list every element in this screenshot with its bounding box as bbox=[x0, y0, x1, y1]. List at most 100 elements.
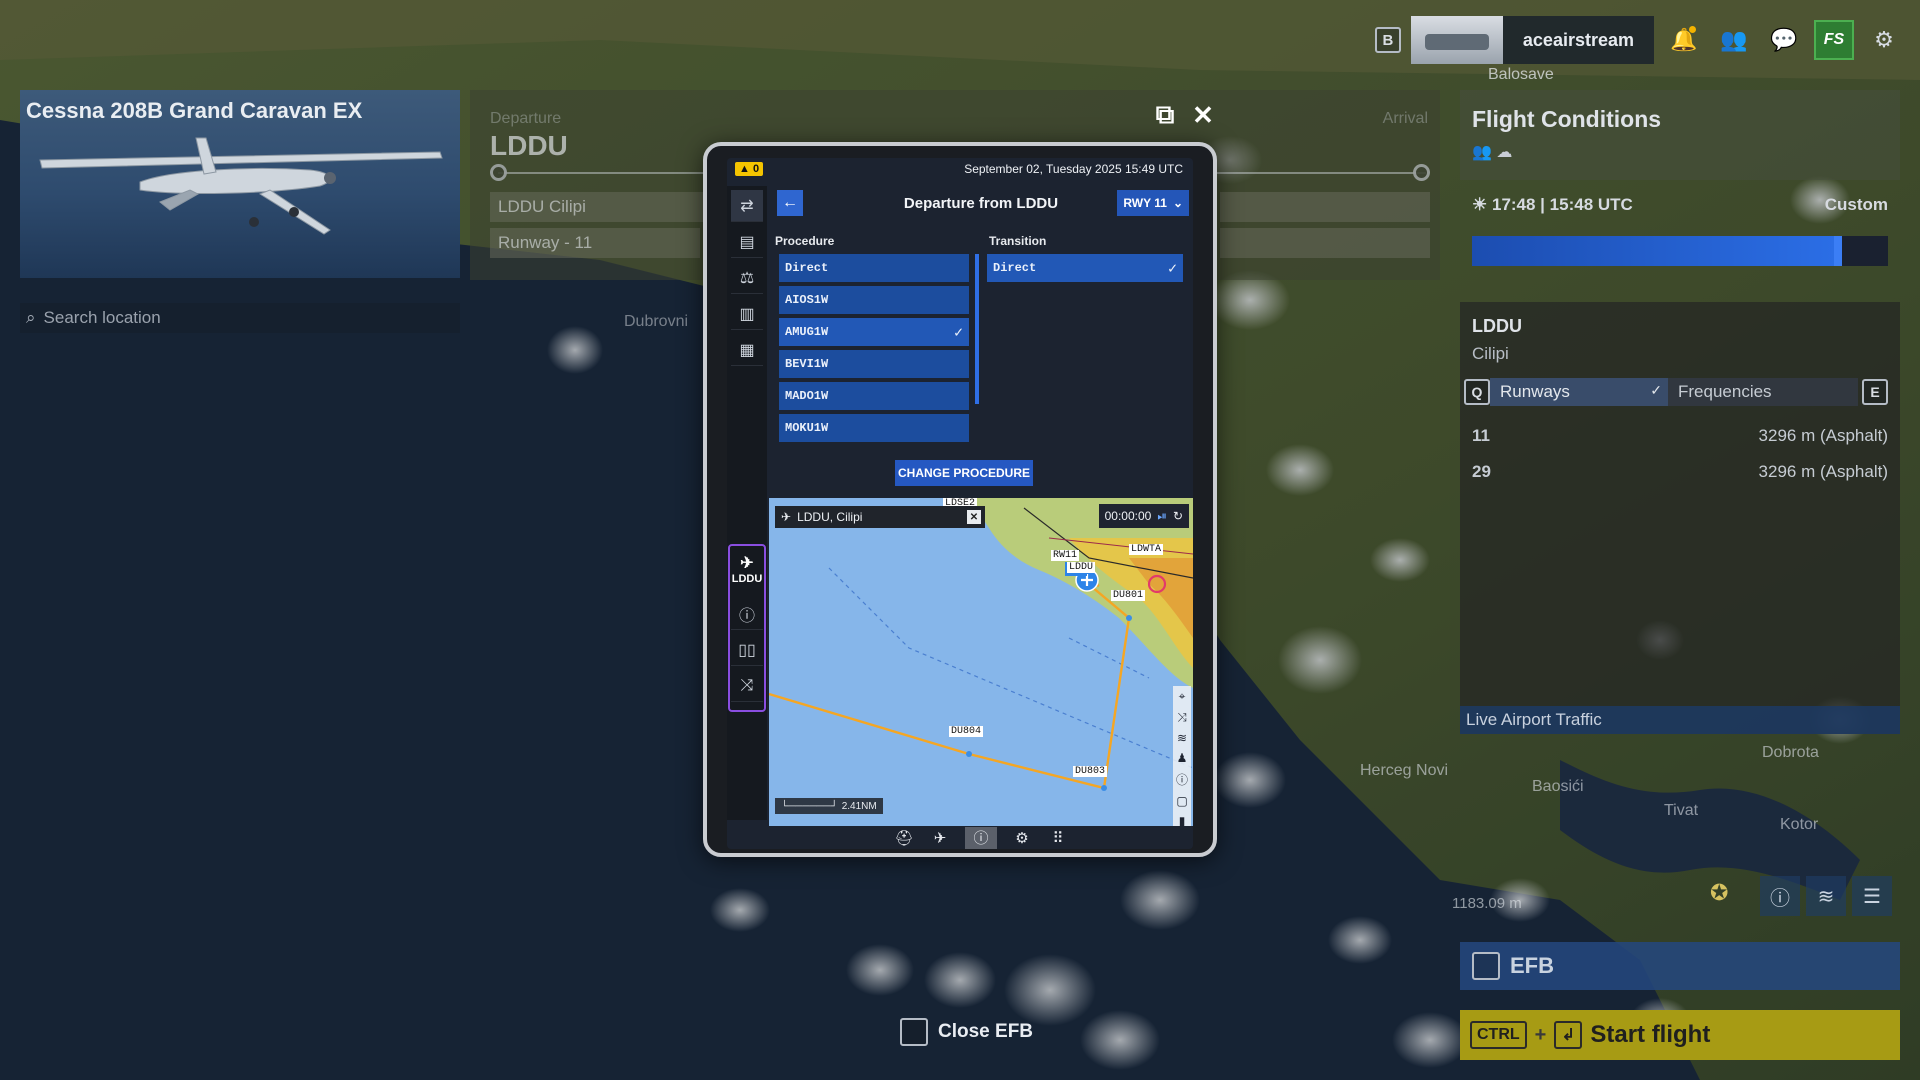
efb-key bbox=[1472, 952, 1500, 980]
info-icon[interactable]: ⓘ bbox=[1176, 771, 1188, 788]
change-procedure-button[interactable]: CHANGE PROCEDURE bbox=[895, 460, 1033, 486]
departure-node[interactable] bbox=[490, 164, 507, 181]
arrival-label: Arrival bbox=[1382, 110, 1428, 127]
procedure-scrollbar[interactable] bbox=[975, 254, 979, 404]
chat-icon[interactable]: 💬 bbox=[1764, 20, 1804, 60]
username: aceairstream bbox=[1522, 29, 1634, 50]
runway-select-value: RWY 11 bbox=[1123, 196, 1167, 210]
time-of-day-fill bbox=[1472, 236, 1839, 266]
waypoint-lddu: LDDU bbox=[1067, 562, 1096, 573]
close-icon[interactable]: ✕ bbox=[1188, 100, 1218, 130]
square-icon[interactable]: ▢ bbox=[1176, 794, 1187, 808]
rail-airport-label: LDDU bbox=[731, 573, 763, 585]
checklist-icon[interactable]: ▦ bbox=[731, 334, 763, 366]
procedure-item-label: BEVI1W bbox=[785, 357, 829, 371]
flight-conditions-panel[interactable]: Flight Conditions 👥 ☁ bbox=[1460, 90, 1900, 180]
check-icon: ✓ bbox=[1650, 382, 1662, 398]
warning-badge[interactable]: ▲ 0 bbox=[735, 162, 764, 176]
close-efb-button[interactable]: Close EFB bbox=[900, 1018, 1033, 1046]
warning-count: 0 bbox=[752, 163, 760, 175]
reset-icon[interactable]: ↻ bbox=[1173, 509, 1183, 523]
tab-runways[interactable]: Runways ✓ bbox=[1490, 378, 1668, 406]
map-search-chip[interactable]: ✈ LDDU, Cilipi ✕ bbox=[775, 506, 985, 528]
procedure-item[interactable]: AIOS1W bbox=[779, 286, 969, 314]
scale-bar-icon: └──────┘ bbox=[781, 800, 838, 812]
search-location[interactable]: ⌕ bbox=[20, 303, 460, 333]
runway-row[interactable]: 11 3296 m (Asphalt) bbox=[1472, 426, 1888, 446]
user-profile[interactable]: aceairstream bbox=[1410, 16, 1654, 64]
map-timer[interactable]: 00:00:00 ⏯ ↻ bbox=[1098, 504, 1189, 528]
map-book-icon[interactable]: ▯▯ bbox=[731, 634, 763, 666]
marketplace-icon[interactable]: FS bbox=[1814, 20, 1854, 60]
map-location-icon[interactable]: ✪ bbox=[1710, 880, 1728, 906]
start-flight-label: Start flight bbox=[1590, 1021, 1711, 1048]
chevron-down-icon: ⌄ bbox=[1172, 196, 1183, 210]
tab-next-key[interactable]: E bbox=[1862, 379, 1888, 405]
flight-plan-icon[interactable]: ⇄ bbox=[731, 190, 763, 222]
procedure-item[interactable]: MOKU1W bbox=[779, 414, 969, 442]
runway-select[interactable]: RWY 11 ⌄ bbox=[1117, 190, 1189, 216]
airplane-icon[interactable]: ✈ bbox=[929, 827, 951, 849]
enter-key: ↲ bbox=[1554, 1021, 1583, 1049]
document-icon[interactable]: ▥ bbox=[731, 298, 763, 330]
plus-sign: + bbox=[1534, 1023, 1547, 1046]
procedure-item[interactable]: MADO1W bbox=[779, 382, 969, 410]
weather-icons: 👥 ☁ bbox=[1472, 142, 1512, 162]
live-airport-traffic[interactable]: Live Airport Traffic bbox=[1460, 706, 1900, 734]
play-pause-icon[interactable]: ⏯ bbox=[1157, 509, 1167, 524]
waypoint-du801: DU801 bbox=[1111, 590, 1146, 601]
route-icon[interactable]: ⤨ bbox=[1177, 710, 1187, 725]
departure-header: ← Departure from LDDU RWY 11 ⌄ bbox=[769, 188, 1193, 218]
map-label-herceg-novi: Herceg Novi bbox=[1360, 762, 1449, 779]
efb-map[interactable]: LDSE2 RW11 LDDU LDWTA DU801 DU804 DU803 … bbox=[769, 498, 1193, 826]
layers-icon[interactable]: ≋ bbox=[1806, 876, 1846, 916]
map-label-dubrovnik: Dubrovni bbox=[624, 313, 689, 330]
center-icon[interactable]: ⌖ bbox=[1179, 689, 1186, 704]
runway-row[interactable]: 29 3296 m (Asphalt) bbox=[1472, 462, 1888, 482]
apps-grid-icon[interactable]: ⠿ bbox=[1047, 827, 1069, 849]
rail-airport-button[interactable]: ✈ LDDU bbox=[731, 546, 763, 592]
search-input[interactable] bbox=[43, 308, 424, 328]
person-icon[interactable]: ♟ bbox=[1177, 751, 1188, 765]
tab-prev-key[interactable]: Q bbox=[1464, 379, 1490, 405]
route-icon[interactable]: ⤨ bbox=[731, 670, 763, 702]
aircraft-card[interactable]: Cessna 208B Grand Caravan EX bbox=[20, 90, 460, 278]
gear-icon[interactable]: ⚙ bbox=[1011, 827, 1033, 849]
info-icon[interactable]: ⓘ bbox=[1760, 876, 1800, 916]
layers-icon[interactable]: ≋ bbox=[1177, 731, 1187, 745]
time-of-day-slider[interactable] bbox=[1472, 236, 1888, 266]
clipboard-icon[interactable]: ▤ bbox=[731, 226, 763, 258]
tab-frequencies-label: Frequencies bbox=[1678, 382, 1772, 401]
bars-icon[interactable]: ▮ bbox=[1179, 814, 1186, 826]
top-bar: B aceairstream 🔔 👥 💬 FS ⚙ bbox=[1374, 16, 1904, 64]
menu-icon[interactable]: ☰ bbox=[1852, 876, 1892, 916]
departure-airport-field[interactable]: LDDU Cilipi bbox=[490, 192, 710, 222]
weight-icon[interactable]: ⚖ bbox=[731, 262, 763, 294]
info-icon[interactable]: ⓘ bbox=[731, 598, 763, 630]
tab-frequencies[interactable]: Frequencies bbox=[1668, 378, 1858, 406]
popout-icon[interactable]: ⧉ bbox=[1150, 99, 1180, 130]
people-icon: 👥 bbox=[1472, 144, 1492, 161]
avatar bbox=[1410, 16, 1503, 64]
gear-icon[interactable]: ⚙ bbox=[1864, 20, 1904, 60]
check-icon: ✓ bbox=[1167, 260, 1177, 278]
efb-button[interactable]: EFB bbox=[1460, 942, 1900, 990]
bell-icon[interactable]: 🔔 bbox=[1664, 20, 1704, 60]
close-icon[interactable]: ✕ bbox=[967, 510, 981, 524]
procedure-item[interactable]: BEVI1W bbox=[779, 350, 969, 378]
pilot-icon[interactable]: ⛑ bbox=[893, 827, 915, 849]
procedure-item[interactable]: Direct bbox=[779, 254, 969, 282]
friends-icon[interactable]: 👥 bbox=[1714, 20, 1754, 60]
start-flight-button[interactable]: CTRL + ↲ Start flight bbox=[1460, 1010, 1900, 1060]
arrival-runway-field[interactable] bbox=[1220, 228, 1430, 258]
procedure-item[interactable]: AMUG1W ✓ bbox=[779, 318, 969, 346]
info-icon[interactable]: ⓘ bbox=[965, 826, 997, 849]
departure-runway-field[interactable]: Runway - 11 bbox=[490, 228, 700, 258]
transition-item[interactable]: Direct ✓ bbox=[987, 254, 1183, 282]
arrival-airport-field[interactable] bbox=[1220, 192, 1430, 222]
airport-icon: ✈ bbox=[781, 510, 792, 524]
time-of-day-thumb[interactable] bbox=[1834, 236, 1842, 266]
arrival-node[interactable] bbox=[1413, 164, 1430, 181]
map-label-dobrota: Dobrota bbox=[1762, 744, 1819, 761]
notification-dot bbox=[1689, 26, 1696, 33]
